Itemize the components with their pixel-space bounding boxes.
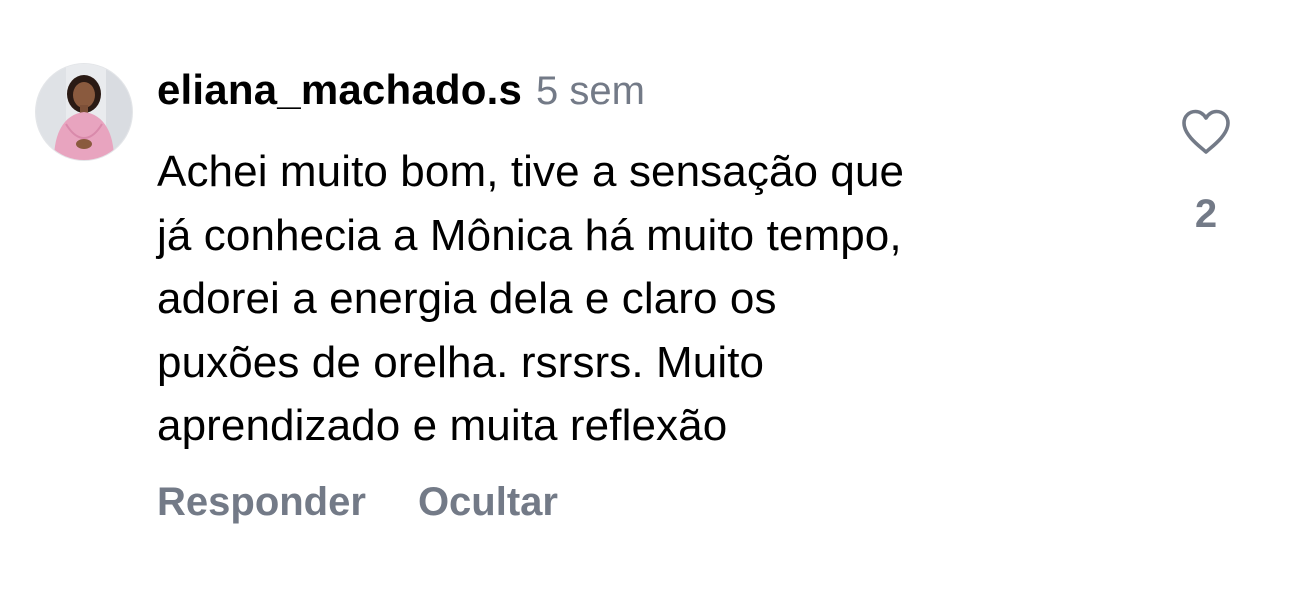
comment-text: Achei muito bom, tive a sensação que já … xyxy=(157,147,905,450)
like-area: 2 xyxy=(1170,108,1242,237)
avatar[interactable] xyxy=(36,64,132,160)
comment: eliana_machado.s 5 sem Achei muito bom, … xyxy=(0,0,1290,596)
comment-header: eliana_machado.s 5 sem xyxy=(157,66,645,122)
avatar-photo xyxy=(36,64,132,160)
timestamp: 5 sem xyxy=(536,69,645,113)
comment-actions: Responder Ocultar xyxy=(157,474,558,530)
heart-outline-icon xyxy=(1182,109,1230,154)
like-count: 2 xyxy=(1194,192,1218,236)
username[interactable]: eliana_machado.s xyxy=(157,66,522,114)
like-button[interactable] xyxy=(1180,108,1232,156)
hide-button[interactable]: Ocultar xyxy=(418,480,558,525)
reply-button[interactable]: Responder xyxy=(157,480,366,525)
